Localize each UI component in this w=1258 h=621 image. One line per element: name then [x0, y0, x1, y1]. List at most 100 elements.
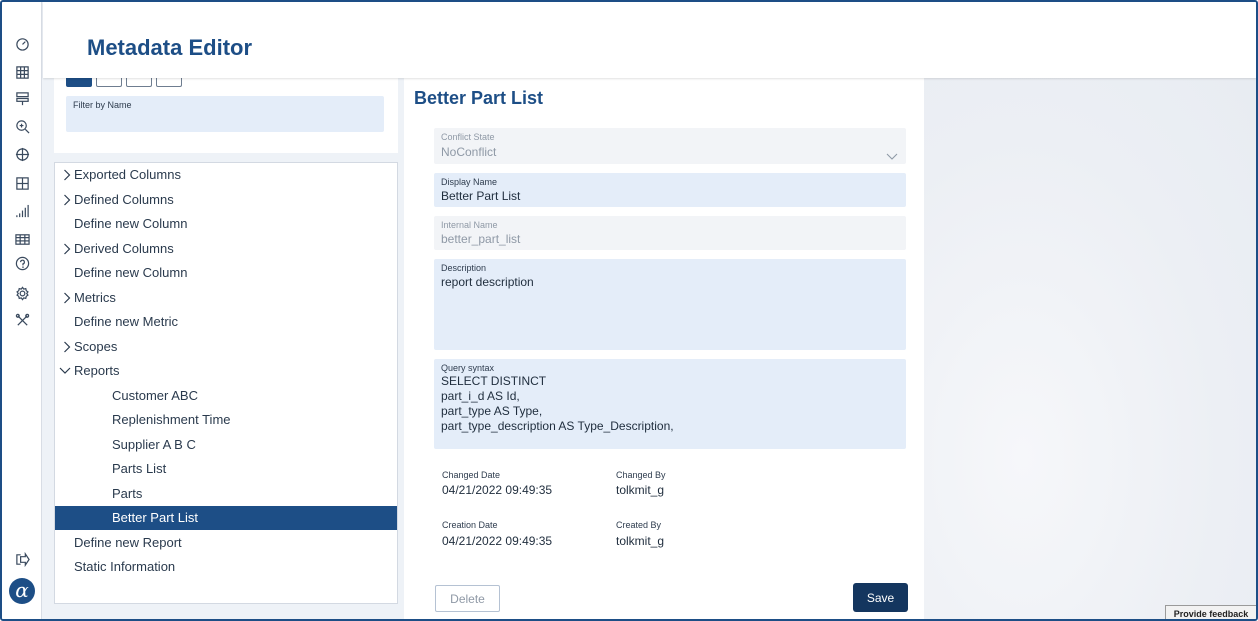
detail-panel: Better Part List Conflict State NoConfli… — [404, 78, 924, 619]
tree-item-label: Parts List — [112, 461, 167, 476]
tree-item[interactable]: Define new Column — [55, 261, 397, 285]
tree-item[interactable]: Define new Report — [55, 531, 397, 555]
query-line: part_i_d AS Id, — [441, 389, 520, 403]
chevron-right-icon[interactable] — [61, 335, 73, 359]
tree-item-label: Define new Column — [74, 216, 188, 231]
tree-item-label: Scopes — [74, 338, 118, 354]
query-line: SELECT DISTINCT — [441, 374, 547, 388]
conflict-state-label: Conflict State — [441, 132, 495, 142]
background-decoration — [922, 78, 1256, 619]
display-name-field[interactable]: Display Name Better Part List — [434, 173, 906, 207]
tree-item-label: Static Information — [74, 559, 176, 574]
tree-item-label: Better Part List — [112, 510, 198, 525]
filter-tab-1[interactable] — [66, 78, 92, 87]
tree-item-label: Defined Columns — [74, 191, 174, 207]
tree-item[interactable]: Reports — [55, 359, 397, 383]
internal-name-label: Internal Name — [441, 220, 498, 230]
table-add-icon[interactable] — [13, 174, 31, 192]
table-icon[interactable] — [13, 230, 31, 248]
query-line: part_type_description AS Type_Descriptio… — [441, 419, 674, 433]
target-icon[interactable] — [13, 145, 31, 163]
changed-date-value: 04/21/2022 09:49:35 — [442, 483, 553, 497]
tree-item[interactable]: Derived Columns — [55, 237, 397, 261]
chevron-right-icon[interactable] — [61, 286, 73, 310]
changed-date-label: Changed Date — [442, 470, 501, 480]
filter-tab-2[interactable] — [96, 78, 122, 87]
tree-item-label: Define new Metric — [74, 314, 179, 329]
tree-item-label: Parts — [112, 485, 143, 501]
query-syntax-text: SELECT DISTINCT part_i_d AS Id, part_typ… — [441, 374, 674, 434]
tree-item-label: Metrics — [74, 289, 116, 305]
filter-tabs — [66, 78, 182, 88]
zoom-icon[interactable] — [13, 117, 31, 135]
filter-by-name-field[interactable]: Filter by Name — [66, 96, 384, 132]
chevron-right-icon[interactable] — [61, 188, 73, 212]
chevron-down-icon[interactable] — [59, 359, 71, 383]
created-by-value: tolkmit_g — [616, 534, 665, 548]
bar-chart-icon[interactable] — [13, 202, 31, 220]
settings-icon[interactable] — [13, 284, 31, 302]
tree-item-label: Derived Columns — [74, 240, 174, 256]
conflict-state-dropdown[interactable]: Conflict State NoConflict — [434, 128, 906, 164]
tools-icon[interactable] — [13, 311, 31, 329]
chevron-down-icon — [886, 148, 898, 160]
tree-item[interactable]: Define new Column — [55, 212, 397, 236]
detail-title: Better Part List — [414, 88, 544, 108]
chevron-right-icon[interactable] — [61, 163, 73, 187]
tree-item[interactable]: Define new Metric — [55, 310, 397, 334]
creation-date-label: Creation Date — [442, 520, 498, 530]
tree-item-label: Replenishment Time — [112, 412, 231, 427]
query-syntax-field[interactable]: Query syntax SELECT DISTINCT part_i_d AS… — [434, 359, 906, 449]
tree-item[interactable]: Defined Columns — [55, 188, 397, 212]
created-by-label: Created By — [616, 520, 662, 530]
filter-tab-3[interactable] — [126, 78, 152, 87]
tree-item-report[interactable]: Customer ABC — [55, 384, 397, 408]
query-line: part_type AS Type, — [441, 404, 543, 418]
tree-item-report[interactable]: Better Part List — [55, 506, 397, 530]
description-value: report description — [441, 275, 534, 289]
tree-item-report[interactable]: Supplier A B C — [55, 433, 397, 457]
tree-item-report[interactable]: Parts List — [55, 457, 397, 481]
internal-name-value: better_part_list — [441, 232, 521, 246]
chevron-right-icon[interactable] — [61, 237, 73, 261]
changed-by-value: tolkmit_g — [616, 483, 665, 497]
tree-panel: Exported Columns Defined Columns Define ne… — [54, 162, 398, 604]
filter-panel: Filter by Name — [54, 78, 398, 153]
page-title: Metadata Editor — [87, 35, 253, 60]
filter-tab-4[interactable] — [156, 78, 182, 87]
changed-by-label: Changed By — [616, 470, 666, 480]
layers-icon[interactable] — [13, 89, 31, 107]
delete-button[interactable]: Delete — [435, 585, 500, 612]
tree-item-label: Define new Report — [74, 534, 182, 550]
save-button[interactable]: Save — [853, 583, 908, 612]
app-logo[interactable]: α — [9, 578, 35, 604]
tree-item-label: Supplier A B C — [112, 436, 196, 452]
display-name-value: Better Part List — [441, 189, 521, 203]
filter-by-name-label: Filter by Name — [73, 100, 132, 110]
description-label: Description — [441, 263, 487, 273]
tree-item[interactable]: Metrics — [55, 286, 397, 310]
app-header: Metadata Editor — [43, 2, 1256, 78]
query-syntax-label: Query syntax — [441, 363, 495, 373]
tree-item-label: Reports — [74, 363, 120, 378]
provide-feedback-button[interactable]: Provide feedback — [1165, 605, 1256, 619]
tree-item-report[interactable]: Replenishment Time — [55, 408, 397, 432]
help-icon[interactable] — [13, 254, 31, 272]
tree-item-label: Exported Columns — [74, 167, 181, 182]
tree-item-label: Customer ABC — [112, 387, 198, 403]
tree-item[interactable]: Scopes — [55, 335, 397, 359]
internal-name-field: Internal Name better_part_list — [434, 216, 906, 250]
logout-icon[interactable] — [13, 550, 31, 568]
icon-rail: α — [2, 2, 42, 619]
tree-item-report[interactable]: Parts — [55, 482, 397, 506]
app-window: α Metadata Editor Filter by Name Exporte… — [0, 0, 1258, 621]
creation-date-value: 04/21/2022 09:49:35 — [442, 534, 553, 548]
display-name-label: Display Name — [441, 177, 498, 187]
conflict-state-value: NoConflict — [441, 145, 497, 159]
grid-icon[interactable] — [13, 63, 31, 81]
description-field[interactable]: Description report description — [434, 259, 906, 350]
tree-item[interactable]: Exported Columns — [55, 163, 397, 187]
dashboard-icon[interactable] — [13, 34, 31, 52]
tree-item[interactable]: Static Information — [55, 555, 397, 579]
tree-item-label: Define new Column — [74, 265, 188, 280]
